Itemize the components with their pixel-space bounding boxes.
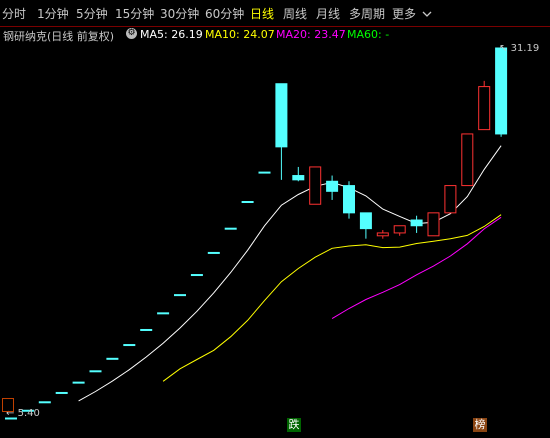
- candle-body: [106, 357, 119, 360]
- candle-body: [55, 391, 68, 394]
- high-arrow-icon: ↖: [499, 43, 508, 54]
- high-price-value: 31.19: [510, 43, 540, 54]
- low-price-value: 5.40: [17, 408, 40, 419]
- candle-body: [376, 232, 389, 237]
- candle-body: [309, 166, 322, 205]
- candle-body: [275, 83, 288, 148]
- high-price-label: ↖ 31.19: [499, 43, 539, 54]
- marker-down[interactable]: 跌: [287, 418, 301, 432]
- candle-body: [241, 201, 254, 204]
- candle-body: [123, 344, 136, 347]
- bottom-indicator-strip: [0, 432, 550, 438]
- ma5-line: [78, 145, 502, 402]
- ma10-line: [162, 214, 502, 382]
- candle-body: [157, 312, 170, 315]
- candle-body: [224, 227, 237, 230]
- candle-body: [207, 251, 220, 254]
- candle-body: [495, 47, 508, 135]
- candle-body: [444, 185, 457, 214]
- candle-body: [174, 294, 186, 297]
- candlestick-chart[interactable]: [0, 0, 550, 438]
- candle-body: [478, 86, 491, 131]
- candle-body: [410, 219, 423, 227]
- candle-body: [38, 401, 51, 404]
- candle-body: [343, 185, 355, 214]
- candle-body: [393, 225, 406, 234]
- candle-body: [72, 381, 85, 384]
- candle-body: [292, 175, 305, 181]
- candle-body: [190, 274, 203, 277]
- event-marker-box[interactable]: [2, 398, 14, 412]
- candle-body: [258, 171, 271, 174]
- marker-up[interactable]: 榜: [473, 418, 487, 432]
- candle-body: [140, 328, 153, 331]
- candle-body: [427, 212, 440, 237]
- candle-body: [359, 212, 372, 230]
- candle-body: [326, 180, 339, 192]
- candle-body: [89, 370, 102, 373]
- candle-body: [461, 133, 474, 187]
